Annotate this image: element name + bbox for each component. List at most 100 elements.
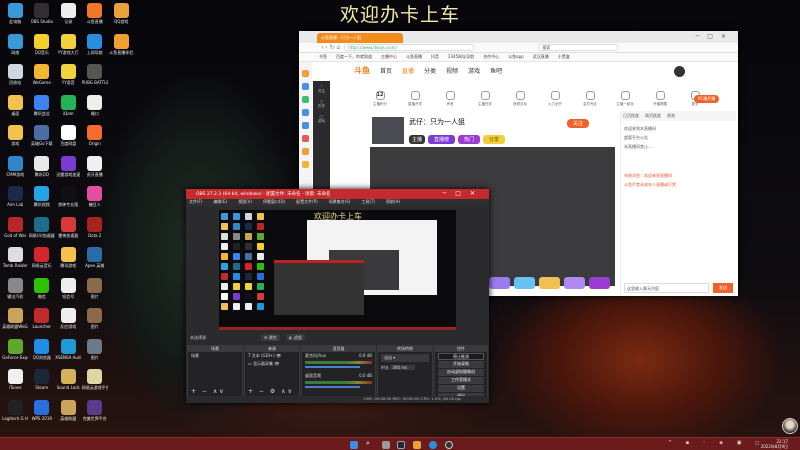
desktop-icon[interactable]: Sound Lock: [55, 368, 82, 399]
sidebar-app-icon[interactable]: [302, 122, 309, 129]
bookmark-item[interactable]: 斗鱼直播: [406, 54, 422, 60]
desktop-icon[interactable]: 游戏: [2, 124, 29, 155]
desktop-icon[interactable]: 腾讯会议: [29, 94, 56, 125]
toolbar-item[interactable]: 开播提醒: [649, 91, 671, 107]
yy-taskbar-icon[interactable]: [413, 441, 421, 449]
sidebar-app-icon[interactable]: [302, 148, 309, 155]
desktop-icon[interactable]: Tomb Raider: [2, 246, 29, 277]
desktop-icon[interactable]: 英雄联盟: [55, 399, 82, 430]
back-icon[interactable]: ‹ › ↻ ⌂: [321, 44, 340, 51]
desktop-icon[interactable]: 虎牙直播: [82, 155, 109, 186]
desktop-icon[interactable]: 回收站: [2, 63, 29, 94]
url-input[interactable]: https://www.douyu.com/: [344, 44, 475, 51]
desktop-icon[interactable]: 网易云音乐: [29, 246, 56, 277]
desktop-icon[interactable]: Steam: [29, 368, 56, 399]
desktop-icon[interactable]: Logitech G HUB: [2, 399, 29, 430]
pc-live-button[interactable]: PC端开播: [694, 95, 720, 103]
browser-tab[interactable]: 斗鱼直播 - 只为一人狙: [317, 33, 403, 43]
toolbar-item[interactable]: 主播一起玩: [614, 91, 636, 107]
source-controls[interactable]: + − ⚙ ∧∨: [248, 388, 294, 395]
duration-field[interactable]: 时长 300 ms: [378, 364, 432, 372]
nav-item[interactable]: 首页: [380, 66, 392, 75]
desktop-icon[interactable]: 桌面: [2, 94, 29, 125]
obs-menu-item[interactable]: 停靠窗口(D): [263, 199, 285, 206]
desktop-icon[interactable]: WPS 2019: [29, 399, 56, 430]
desktop-icon[interactable]: 图片: [82, 338, 109, 369]
source-item[interactable]: ▭ 显示器采集 👁: [245, 360, 299, 368]
desktop-icon[interactable]: YY语音: [55, 63, 82, 94]
toolbar-item[interactable]: 直播开关: [404, 91, 426, 107]
desktop-icon[interactable]: 短信号: [55, 277, 82, 308]
desktop-icon[interactable]: 网络: [2, 33, 29, 64]
desktop-icon[interactable]: XSENSA Audio: [55, 338, 82, 369]
sidebar-app-icon[interactable]: [302, 70, 309, 77]
obs-menu-item[interactable]: 视图(V): [238, 199, 252, 206]
desktop-icon[interactable]: 完美世界平台: [82, 399, 109, 430]
desktop-icon[interactable]: iQom: [55, 94, 82, 125]
tag[interactable]: 直播榜: [428, 135, 456, 144]
browser-taskbar-icon[interactable]: [429, 441, 437, 449]
filters-button[interactable]: ◐ 滤镜: [286, 334, 305, 341]
toolbar-item[interactable]: 会员专区: [579, 91, 601, 107]
obs-taskbar-icon[interactable]: [445, 441, 453, 449]
desktop-icon[interactable]: 迅雷游戏加速: [55, 155, 82, 186]
settings-button[interactable]: 设置: [438, 385, 484, 392]
douyu-sidebar-item[interactable]: ♡ 关注: [318, 85, 325, 94]
desktop-icon[interactable]: Apex 英雄: [82, 246, 109, 277]
obs-menu-item[interactable]: 编辑(E): [213, 199, 227, 206]
start-icon[interactable]: [350, 441, 358, 449]
desktop-icon[interactable]: Origin: [82, 124, 109, 155]
desktop-icon[interactable]: GeForce Experience: [2, 338, 29, 369]
nav-item[interactable]: 鱼吧: [490, 66, 502, 75]
volume-slider[interactable]: [305, 386, 360, 388]
steam-taskbar-icon[interactable]: [397, 441, 405, 449]
window-controls[interactable]: ─□✕: [696, 33, 734, 40]
bookmark-item[interactable]: 合作中心: [483, 54, 499, 60]
gift-icon[interactable]: [564, 277, 585, 289]
nav-item[interactable]: 游戏: [468, 66, 480, 75]
tag[interactable]: 热门: [458, 135, 481, 144]
obs-menu-item[interactable]: 文件(F): [189, 199, 202, 206]
desktop-icon[interactable]: 反应游戏: [55, 307, 82, 338]
desktop-icon[interactable]: CMM游戏: [2, 155, 29, 186]
sidebar-app-icon[interactable]: [302, 109, 309, 116]
gift-icon[interactable]: [589, 277, 610, 289]
desktop-icon[interactable]: 百度网盘: [55, 124, 82, 155]
bookmark-item[interactable]: 抖音: [431, 54, 439, 60]
sidebar-app-icon[interactable]: [302, 83, 309, 90]
desktop-icon[interactable]: 图片: [82, 307, 109, 338]
sidebar-app-icon[interactable]: [302, 161, 309, 168]
desktop-icon[interactable]: 上网导航: [82, 33, 109, 64]
desktop-icon[interactable]: iTunes: [2, 368, 29, 399]
desktop-icon[interactable]: 腾讯游戏: [55, 246, 82, 277]
desktop-icon[interactable]: God of War: [2, 216, 29, 247]
desktop-icon[interactable]: QQ音乐: [29, 33, 56, 64]
sidebar-app-icon[interactable]: [302, 96, 309, 103]
follow-button[interactable]: 关注: [567, 119, 590, 128]
studio-mode-button[interactable]: 工作室模式: [438, 377, 484, 384]
nav-item[interactable]: 直播: [402, 66, 414, 75]
desktop-icon[interactable]: Aim Lab: [2, 185, 29, 216]
obs-menu-item[interactable]: 场景集合(S): [329, 199, 351, 206]
toolbar-item[interactable]: 主播任务: [474, 91, 496, 107]
desktop-icon[interactable]: 雷神加速器: [55, 216, 82, 247]
desktop-icon[interactable]: 腾讯视频: [29, 185, 56, 216]
desktop-icon[interactable]: 糖豆人: [82, 185, 109, 216]
scene-item[interactable]: 场景: [188, 352, 242, 360]
nav-item[interactable]: 分类: [424, 66, 436, 75]
desktop-icon[interactable]: 剪映专业版: [55, 185, 82, 216]
chat-input[interactable]: 这里输入聊天内容: [624, 283, 709, 293]
desktop-icon[interactable]: 记录: [55, 2, 82, 33]
toolbar-item[interactable]: 12 主播积分: [369, 91, 391, 107]
desktop-icon[interactable]: 斗鱼直播伴侣: [108, 33, 135, 64]
start-recording-button[interactable]: 开始录制: [438, 361, 484, 368]
desktop-icon[interactable]: 输出汽机: [2, 277, 29, 308]
volume-slider[interactable]: [305, 366, 360, 368]
desktop-icon[interactable]: 网易UU加速器: [29, 216, 56, 247]
scene-controls[interactable]: + − ∧∨: [191, 388, 226, 395]
gift-icon[interactable]: [539, 277, 560, 289]
bookmark-item[interactable]: 百度一下，你就知道: [336, 54, 372, 60]
douyu-sidebar-item[interactable]: ◯ 游戏: [318, 115, 325, 124]
desktop-icon[interactable]: 此电脑: [2, 2, 29, 33]
browser-search-input[interactable]: 搜索: [538, 44, 619, 51]
